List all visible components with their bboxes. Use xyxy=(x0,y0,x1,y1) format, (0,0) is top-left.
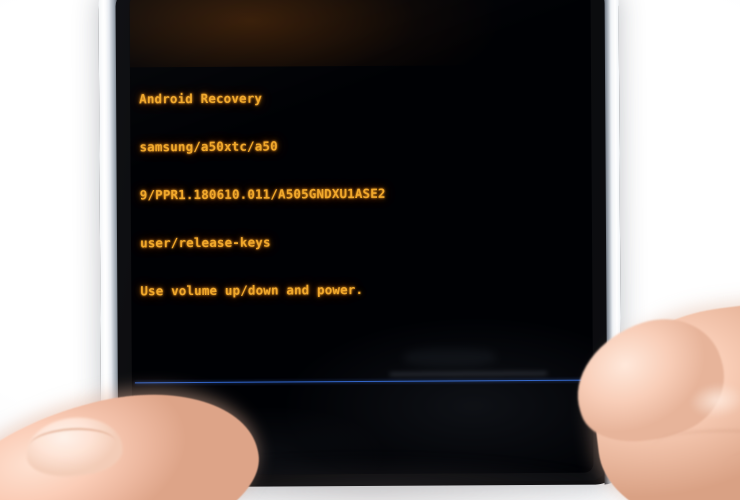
header-glow xyxy=(129,0,594,68)
header-line-build: 9/PPR1.180610.011/A505GNDXU1ASE2 xyxy=(139,185,386,203)
header-line-device: samsung/a50xtc/a50 xyxy=(139,138,278,155)
divider-above-menu xyxy=(134,379,594,384)
header-line-title: Android Recovery xyxy=(139,90,263,107)
recovery-screen-photo: Android Recovery samsung/a50xtc/a50 9/PP… xyxy=(0,0,740,500)
screen-reflection-blob xyxy=(403,348,496,367)
recovery-header: Android Recovery samsung/a50xtc/a50 9/PP… xyxy=(129,0,594,332)
header-line-hint: Use volume up/down and power. xyxy=(140,281,364,299)
header-line-keys: user/release-keys xyxy=(139,234,271,251)
